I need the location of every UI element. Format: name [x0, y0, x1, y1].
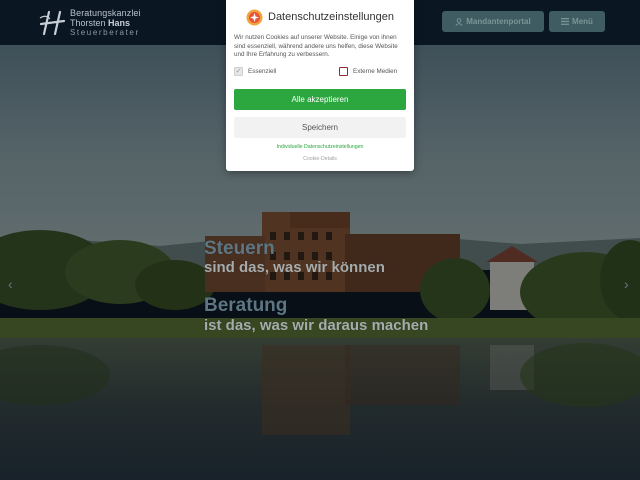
- menu-button[interactable]: Menü: [549, 11, 605, 32]
- checkbox-externe-medien[interactable]: Externe Medien: [339, 66, 397, 76]
- hero-headline-1: Steuern: [204, 238, 275, 259]
- logo-mark-icon: [39, 10, 66, 36]
- check-icon: ✓: [234, 66, 243, 76]
- site-logo[interactable]: Beratungskanzlei Thorsten Hans Steuerber…: [38, 9, 141, 37]
- slider-prev-arrow-icon[interactable]: ‹: [8, 276, 13, 292]
- checkbox-essenziell-label: Essenziell: [248, 67, 277, 75]
- accept-all-button[interactable]: Alle akzeptieren: [234, 89, 406, 110]
- checkbox-externe-medien-label: Externe Medien: [353, 67, 398, 75]
- user-icon: [455, 17, 463, 26]
- logo-line-1: Beratungskanzlei: [70, 8, 141, 18]
- logo-line-2: Thorsten Hans: [70, 19, 141, 28]
- mandantenportal-button[interactable]: Mandantenportal: [442, 11, 544, 32]
- hero-subline-2: ist das, was wir daraus machen: [204, 317, 429, 334]
- logo-line-3: Steuerberater: [70, 28, 140, 37]
- mandantenportal-label: Mandantenportal: [466, 17, 531, 26]
- cookie-dialog-header: Datenschutzeinstellungen: [246, 8, 394, 26]
- cookie-dialog-description: Wir nutzen Cookies auf unserer Website. …: [234, 34, 398, 59]
- menu-label: Menü: [572, 17, 593, 26]
- checkbox-essenziell: ✓ Essenziell: [234, 66, 276, 76]
- logo-text: Beratungskanzlei Thorsten Hans Steuerber…: [70, 9, 141, 37]
- checkbox-box[interactable]: [339, 66, 348, 76]
- slider-next-arrow-icon[interactable]: ›: [624, 276, 629, 292]
- hamburger-icon: [561, 18, 570, 25]
- hero-headline-2: Beratung: [204, 295, 288, 316]
- individual-privacy-settings-link[interactable]: Individuelle Datenschutzeinstellungen: [226, 144, 414, 150]
- borlabs-cookie-icon: [246, 9, 263, 25]
- hero-subline-1: sind das, was wir können: [204, 259, 385, 276]
- logo-name-regular: Thorsten: [70, 18, 109, 28]
- logo-name-bold: Hans: [108, 18, 131, 28]
- cookie-dialog-title: Datenschutzeinstellungen: [268, 11, 394, 23]
- cookie-consent-dialog: Datenschutzeinstellungen Wir nutzen Cook…: [226, 0, 414, 171]
- save-button[interactable]: Speichern: [234, 117, 406, 138]
- cookie-details-link[interactable]: Cookie-Details: [226, 156, 414, 162]
